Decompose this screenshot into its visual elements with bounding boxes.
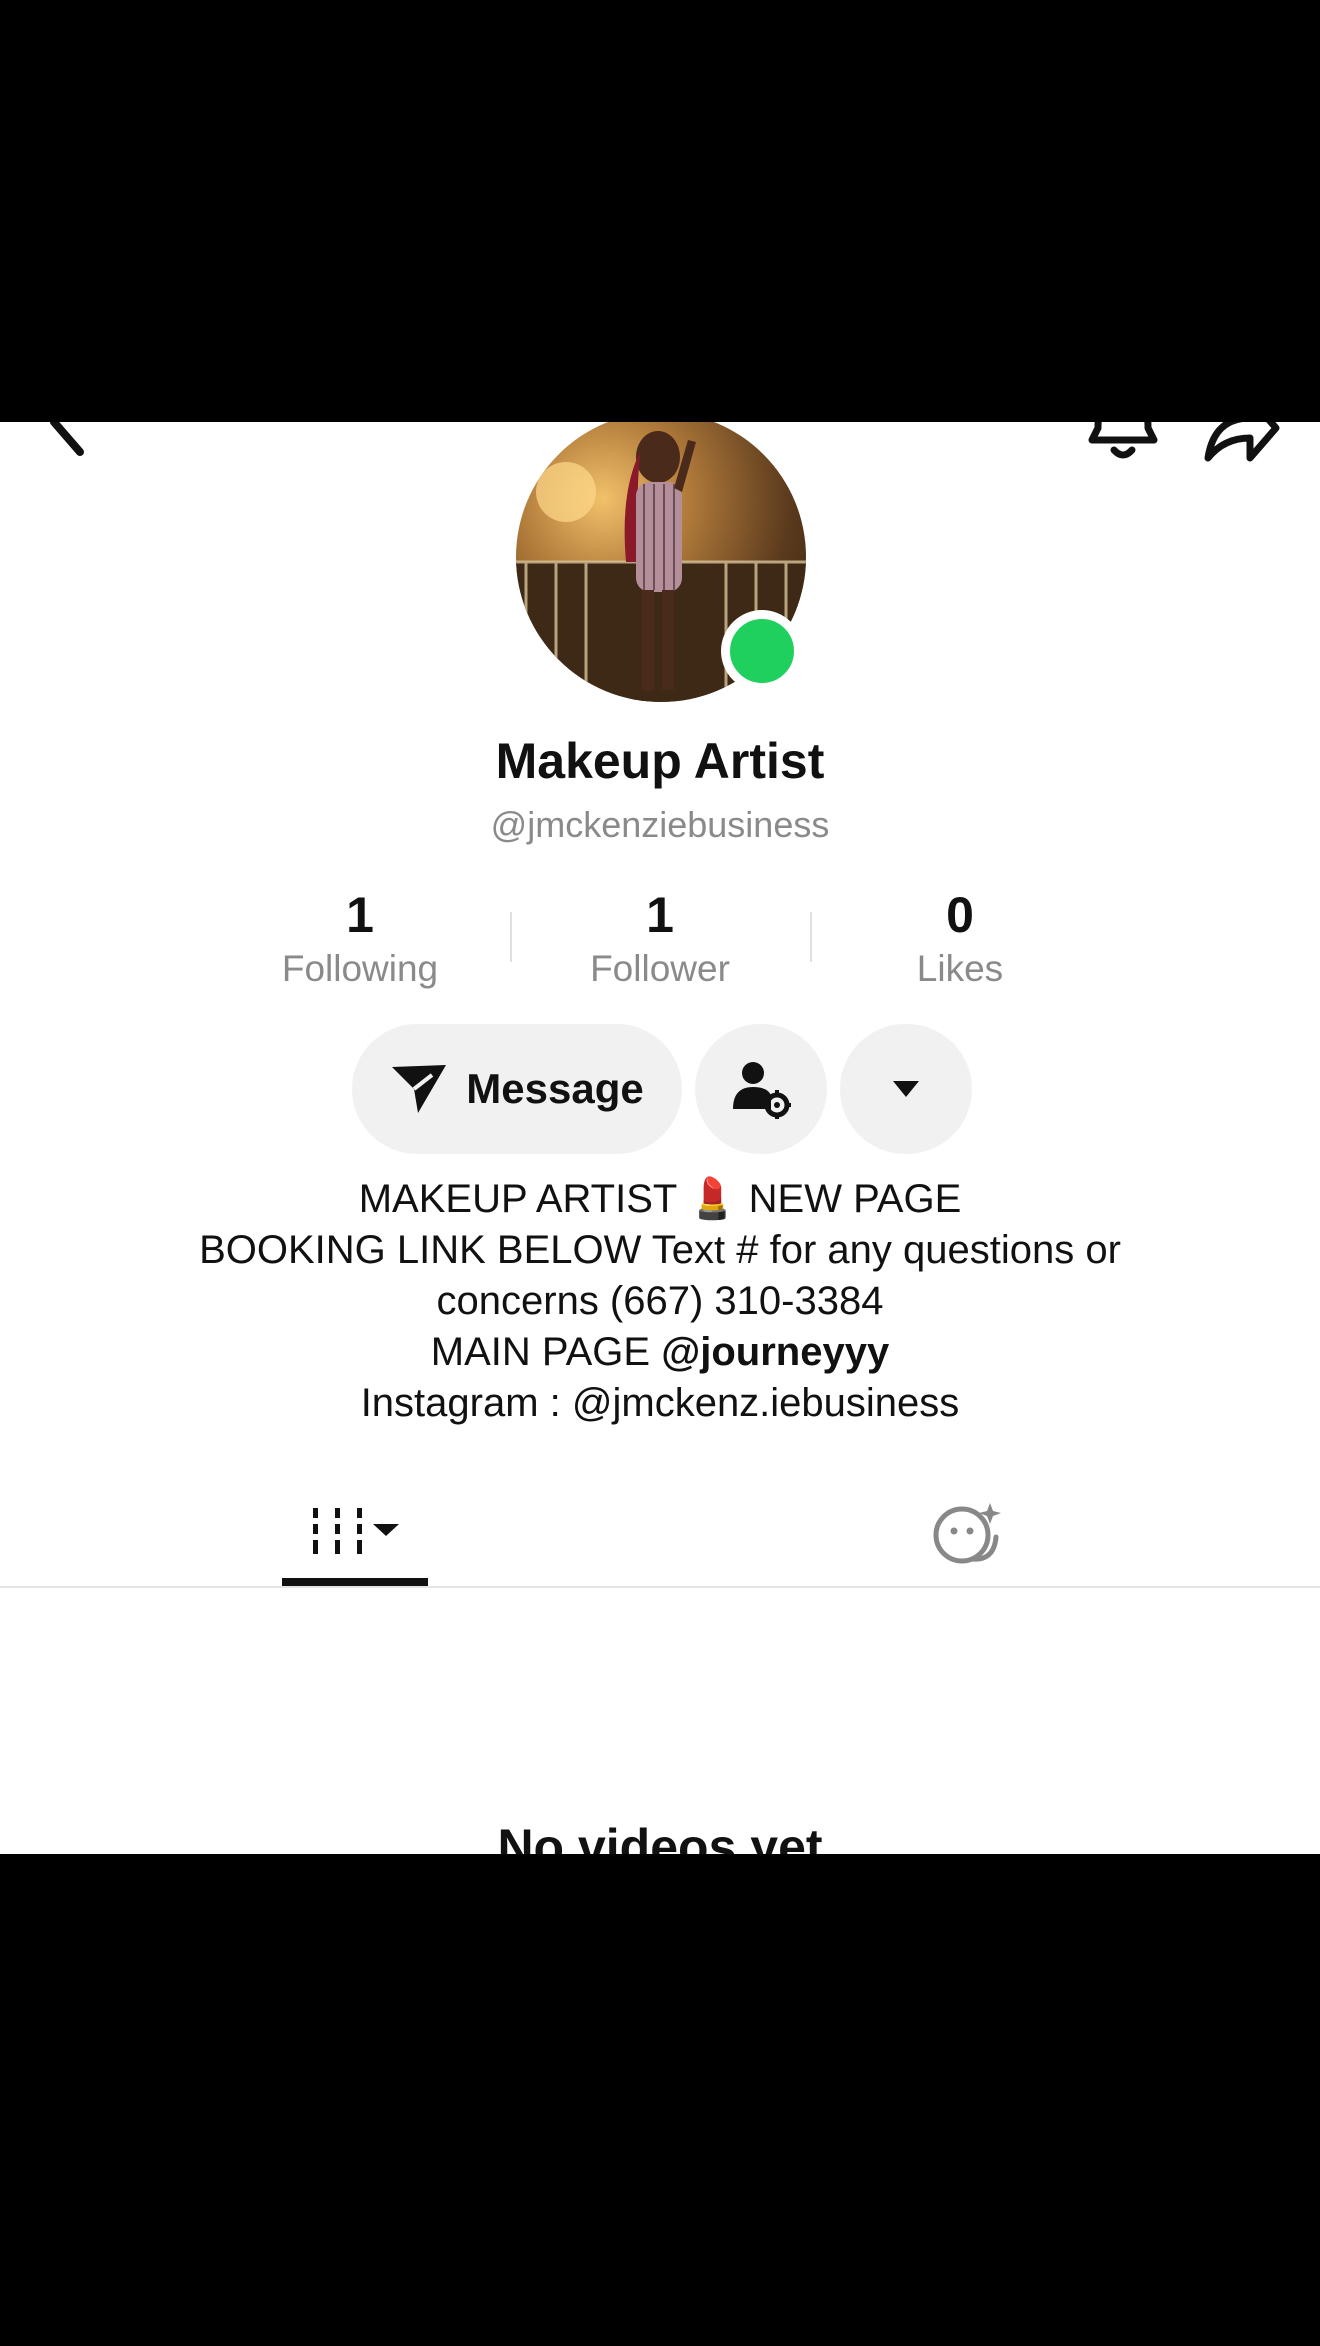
friends-settings-button[interactable] bbox=[695, 1024, 827, 1154]
online-status-indicator bbox=[721, 610, 803, 692]
bio-mention-link[interactable]: @journeyyy bbox=[661, 1330, 889, 1374]
bio-line: concerns (667) 310-3384 bbox=[436, 1279, 884, 1323]
message-button-label: Message bbox=[466, 1065, 644, 1112]
stat-likes[interactable]: 0 Likes bbox=[810, 887, 1110, 995]
send-icon bbox=[392, 1065, 447, 1113]
stat-followers[interactable]: 1 Follower bbox=[510, 887, 810, 995]
tabs-divider bbox=[0, 1586, 1320, 1588]
share-icon[interactable] bbox=[1200, 422, 1280, 468]
liked-icon bbox=[933, 1503, 1001, 1564]
empty-state-message: No videos yet bbox=[497, 1819, 823, 1854]
stat-following-value: 1 bbox=[346, 887, 374, 943]
profile-stats: 1 Following 1 Follower 0 Likes bbox=[0, 887, 1320, 997]
stat-likes-value: 0 bbox=[946, 887, 974, 943]
bio-line: MAIN PAGE @journeyyy bbox=[0, 1327, 1320, 1378]
profile-screen: Makeup Artist @jmckenziebusiness 1 Follo… bbox=[0, 422, 1320, 1854]
bio-main-page-prefix: MAIN PAGE bbox=[430, 1330, 662, 1374]
videos-grid-icon bbox=[313, 1508, 399, 1554]
avatar[interactable] bbox=[516, 422, 806, 702]
stat-divider bbox=[510, 912, 512, 962]
bio: MAKEUP ARTIST 💄 NEW PAGE BOOKING LINK BE… bbox=[0, 1174, 1320, 1429]
bio-line: MAKEUP ARTIST 💄 NEW PAGE bbox=[358, 1177, 962, 1221]
profile-tabs bbox=[0, 1482, 1320, 1586]
stat-followers-label: Follower bbox=[590, 948, 730, 989]
stat-divider bbox=[810, 912, 812, 962]
message-button[interactable]: Message bbox=[352, 1024, 682, 1154]
active-tab-indicator bbox=[282, 1578, 428, 1586]
stat-following-label: Following bbox=[281, 948, 439, 989]
bell-icon[interactable] bbox=[1088, 422, 1158, 468]
friends-settings-icon bbox=[733, 1062, 791, 1119]
caret-down-icon bbox=[893, 1081, 919, 1097]
stat-followers-value: 1 bbox=[646, 887, 674, 943]
tab-videos[interactable] bbox=[282, 1482, 428, 1586]
stat-likes-label: Likes bbox=[916, 948, 1004, 989]
stat-following[interactable]: 1 Following bbox=[210, 887, 510, 995]
bio-line: BOOKING LINK BELOW Text # for any questi… bbox=[199, 1228, 1121, 1272]
bio-line: Instagram : @jmckenz.iebusiness bbox=[360, 1381, 960, 1425]
back-icon[interactable] bbox=[40, 422, 100, 462]
username[interactable]: @jmckenziebusiness bbox=[0, 804, 1320, 846]
display-name: Makeup Artist bbox=[495, 733, 825, 789]
more-options-button[interactable] bbox=[840, 1024, 972, 1154]
tab-liked[interactable] bbox=[900, 1482, 1040, 1586]
